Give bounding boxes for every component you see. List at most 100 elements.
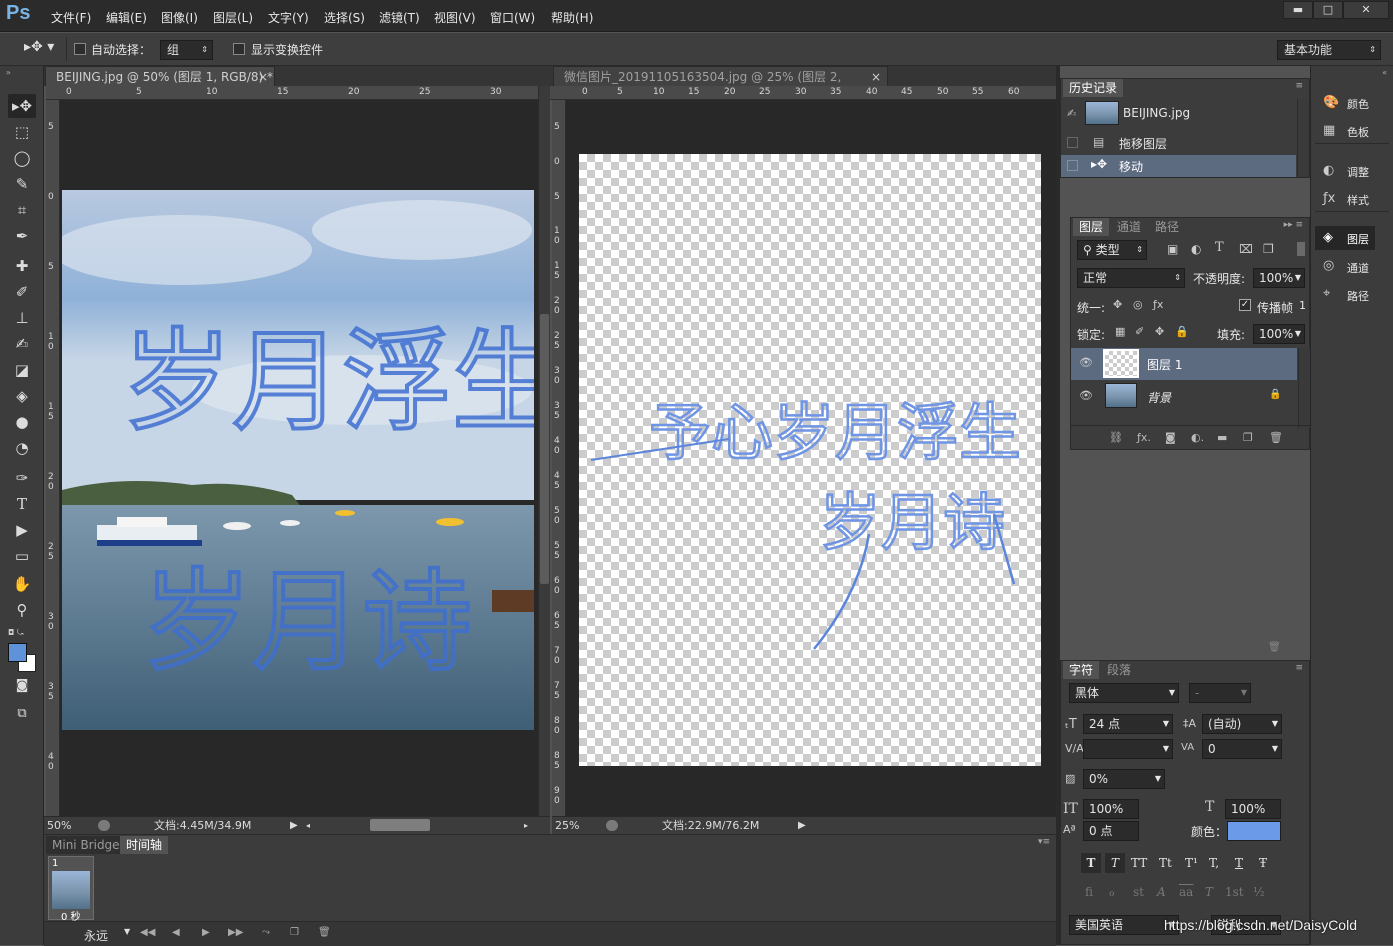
discretionary-ligature-button[interactable]: st [1133,885,1144,899]
blend-mode-dropdown[interactable]: 正常 ⇕ [1077,268,1185,288]
leading-input[interactable]: (自动) ▼ [1202,714,1282,734]
superscript-button[interactable]: T¹ [1185,853,1198,873]
layer-row[interactable]: 👁 背景 🔒 [1071,381,1297,411]
scroll-thumb[interactable] [540,314,549,584]
rectangle-tool-icon[interactable]: ▭ [8,544,36,568]
loop-dropdown[interactable]: 永远 [84,927,108,944]
menu-file[interactable]: 文件(F) [51,9,91,26]
document-tab-wechat[interactable]: 微信图片_20191105163504.jpg @ 25% (图层 2, RGB… [553,66,888,104]
menu-filter[interactable]: 滤镜(T) [379,9,420,26]
pixel-filter-icon[interactable]: ▣ [1167,242,1178,256]
styles-icon[interactable]: ƒx [1323,191,1335,206]
lock-position-icon[interactable]: ✥ [1155,325,1164,338]
underline-button[interactable]: T [1235,853,1243,873]
vertical-scrollbar[interactable] [538,86,550,816]
adjustment-icon[interactable]: ◐. [1191,431,1204,444]
collapse-icon[interactable]: « [1382,68,1387,77]
canvas-area[interactable]: 予心岁月浮生 岁月诗 [566,100,1056,816]
history-state-checkbox[interactable] [1067,137,1078,148]
frame-thumbnail[interactable]: 1 0 秒 [48,856,94,923]
close-tab-icon[interactable]: × [871,67,881,87]
fx-icon[interactable]: ƒx. [1137,431,1151,444]
font-family-dropdown[interactable]: 黑体 ▼ [1069,683,1179,703]
status-arrow-icon[interactable]: ▶ [798,817,806,834]
dock-item-layers[interactable]: 图层 [1347,231,1369,247]
history-scrollbar[interactable] [1297,99,1309,177]
subscript-button[interactable]: T, [1209,853,1219,873]
font-size-input[interactable]: 24 点 ▼ [1083,714,1173,734]
adjustments-icon[interactable]: ◐ [1323,163,1334,178]
dock-item-swatches[interactable]: 色板 [1347,124,1369,140]
scroll-left-icon[interactable]: ◂ [306,817,310,834]
trash-icon[interactable]: 🗑 [1269,431,1283,444]
tab-paths[interactable]: 路径 [1149,218,1185,236]
swatches-icon[interactable]: ▦ [1323,123,1335,138]
dock-item-color[interactable]: 颜色 [1347,96,1369,112]
history-brush-tool-icon[interactable]: ✍ [8,332,36,356]
zoom-level[interactable]: 25% [555,817,579,834]
panel-menu-icon[interactable]: ▾≡ [1038,837,1050,847]
show-transform-checkbox[interactable] [233,43,245,55]
quick-mask-icon[interactable]: ◙ [8,674,36,698]
menu-help[interactable]: 帮助(H) [551,9,593,26]
tween-icon[interactable]: ⤳ [262,927,270,938]
restore-button[interactable]: □ [1313,1,1343,19]
eye-icon[interactable]: 👁 [1079,389,1093,402]
dock-item-channels[interactable]: 通道 [1347,260,1369,276]
font-style-dropdown[interactable]: - ▼ [1189,683,1251,703]
tab-paragraph[interactable]: 段落 [1101,661,1137,679]
close-button[interactable]: ✕ [1343,1,1389,19]
mask-icon[interactable]: ◙ [1165,431,1176,444]
horizontal-scroll-thumb[interactable] [370,819,430,831]
smart-object-filter-icon[interactable]: ❐ [1263,242,1274,256]
first-frame-icon[interactable]: ◀◀ [140,927,155,938]
layer-name[interactable]: 图层 1 [1147,356,1182,373]
dock-item-styles[interactable]: 样式 [1347,192,1369,208]
stylistic-alternates-button[interactable]: aa [1179,885,1193,899]
history-state-checkbox[interactable] [1067,160,1078,171]
screen-mode-icon[interactable]: ⧉ [8,702,36,726]
marquee-tool-icon[interactable]: ⬚ [8,120,36,144]
path-select-tool-icon[interactable]: ▶ [8,518,36,542]
small-caps-button[interactable]: Tt [1159,853,1172,873]
close-tab-icon[interactable]: × [258,67,268,87]
layer-row-selected[interactable]: 👁 图层 1 [1071,348,1297,380]
zoom-level[interactable]: 50% [47,817,71,834]
channels-icon[interactable]: ◎ [1323,258,1334,273]
fractions-button[interactable]: ½ [1253,885,1265,899]
prev-frame-icon[interactable]: ◀ [172,927,180,938]
unify-style-icon[interactable]: ƒx [1153,298,1163,311]
menu-view[interactable]: 视图(V) [434,9,476,26]
all-caps-button[interactable]: TT [1131,853,1147,873]
trash-icon[interactable]: 🗑 [1268,642,1281,653]
menu-select[interactable]: 选择(S) [324,9,365,26]
auto-select-dropdown[interactable]: 组 ⇕ [160,40,213,60]
panel-menu-icon[interactable]: ≡ [1295,81,1303,91]
eyedropper-tool-icon[interactable]: ✒ [8,224,36,248]
workspace-dropdown[interactable]: 基本功能 ⇕ [1277,40,1381,60]
history-brush-icon[interactable]: ✍ [1067,107,1076,120]
fill-input[interactable]: 100% ▼ [1253,324,1305,344]
menu-edit[interactable]: 编辑(E) [106,9,147,26]
crop-tool-icon[interactable]: ⌗ [8,198,36,222]
panel-menu-icon[interactable]: ≡ [1295,663,1303,673]
strikethrough-button[interactable]: Ŧ [1259,853,1267,873]
lock-all-icon[interactable]: 🔒 [1175,325,1189,338]
canvas-area[interactable]: 岁月浮生 岁月诗 [60,100,538,816]
layer-name[interactable]: 背景 [1147,389,1171,406]
auto-select-checkbox[interactable] [74,43,86,55]
new-layer-icon[interactable]: ❐ [1243,431,1253,444]
status-arrow-icon[interactable]: ▶ [290,817,298,834]
layers-icon[interactable]: ◈ [1323,230,1333,245]
tab-mini-bridge[interactable]: Mini Bridge [46,836,126,854]
tab-timeline[interactable]: 时间轴 [120,836,169,854]
layer-filter-dropdown[interactable]: ⚲ 类型 ⇕ [1077,240,1147,260]
paths-icon[interactable]: ⌖ [1323,286,1330,301]
swash-button[interactable]: A [1157,885,1166,899]
baseline-shift-input[interactable]: 0 点 [1083,821,1139,841]
propagate-checkbox[interactable]: ✓ [1239,299,1251,311]
tab-channels[interactable]: 通道 [1111,218,1147,236]
share-icon[interactable] [98,820,110,831]
type-tool-icon[interactable]: T [8,492,36,516]
tsume-input[interactable]: 0% ▼ [1083,769,1165,789]
